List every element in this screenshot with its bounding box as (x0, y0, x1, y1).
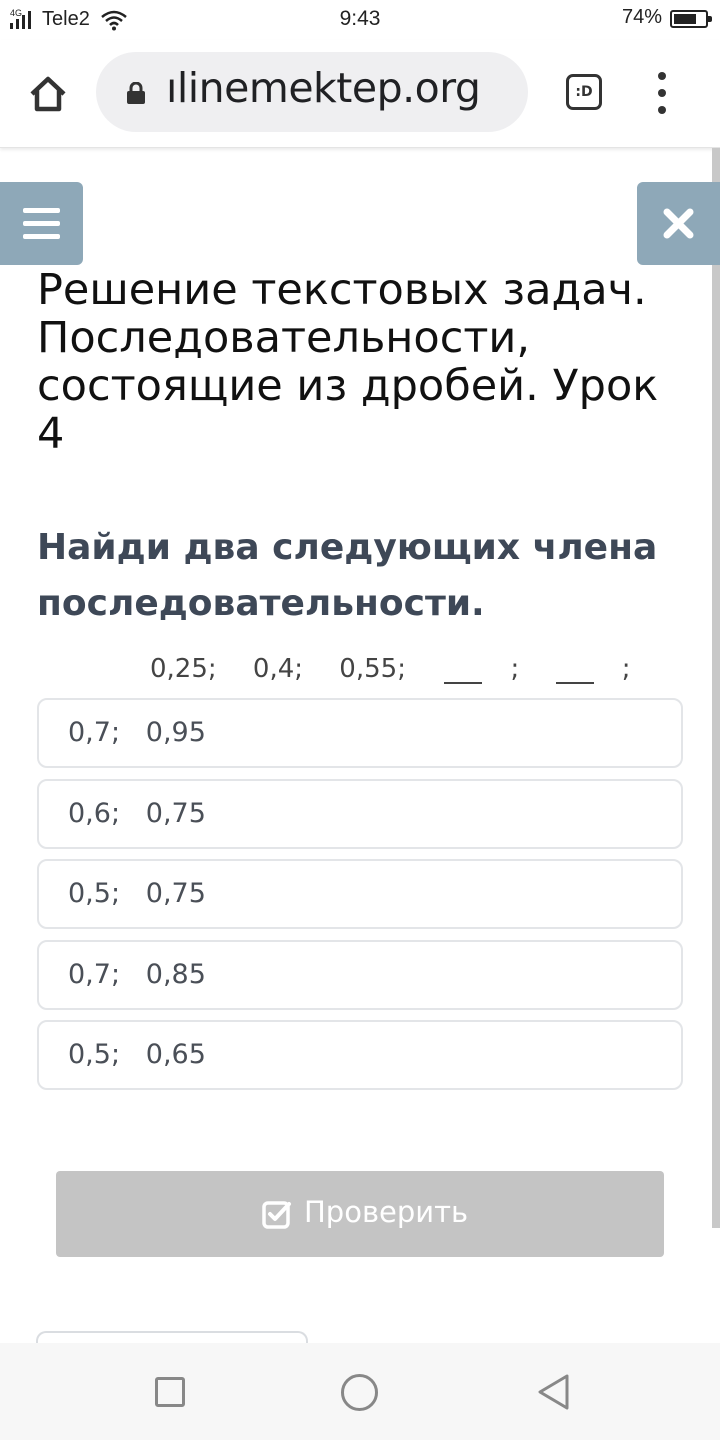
checkbox-check-icon (262, 1201, 291, 1229)
answer-option-label: 0,7; 0,85 (68, 958, 206, 990)
check-button-label: Проверить (304, 1195, 469, 1229)
status-bar: 4G Tele2 9:43 74% (0, 0, 720, 40)
answer-option-label: 0,5; 0,75 (68, 878, 206, 909)
battery-percent: 74% (621, 6, 662, 28)
question-text: Найди два следующих члена последовательн… (37, 527, 658, 624)
scrollbar[interactable] (712, 148, 720, 1228)
sequence-blank (555, 654, 594, 684)
answer-option[interactable]: 0,6; 0,75 (37, 778, 683, 849)
sequence-term: 0,4; (252, 654, 304, 684)
lesson-title: Решение текстовых задач. Последовательно… (37, 265, 659, 459)
close-icon (663, 208, 694, 239)
tab-switcher-icon[interactable]: :D (566, 74, 602, 110)
answer-option[interactable]: 0,5; 0,75 (37, 859, 683, 929)
home-icon[interactable] (22, 68, 74, 120)
answer-option[interactable]: 0,7; 0,85 (37, 939, 683, 1010)
address-bar[interactable]: ılinemektep.org (96, 52, 528, 132)
sequence-blank (444, 654, 483, 684)
close-button[interactable] (637, 182, 720, 265)
answer-option[interactable]: 0,7; 0,95 (37, 698, 683, 768)
back-icon[interactable] (536, 1373, 570, 1411)
sequence-separator: ; (510, 654, 520, 684)
lock-icon (127, 82, 145, 104)
menu-button[interactable] (0, 182, 83, 265)
answer-options: 0,7; 0,95 0,6; 0,75 0,5; 0,75 0,7; 0,85 … (37, 698, 683, 1101)
overflow-menu-icon[interactable] (652, 70, 672, 116)
sequence-separator: ; (621, 654, 631, 684)
browser-toolbar: ılinemektep.org :D (0, 40, 720, 148)
answer-option-label: 0,5; 0,65 (68, 1039, 206, 1070)
url-text[interactable]: ılinemektep.org (166, 64, 481, 112)
clock: 9:43 (339, 7, 381, 30)
answer-option-label: 0,7; 0,95 (68, 717, 206, 748)
battery-icon (670, 10, 712, 28)
answer-option[interactable]: 0,5; 0,65 (37, 1020, 683, 1090)
sequence-term: 0,55; (339, 654, 406, 684)
system-nav-bar (0, 1343, 720, 1440)
sequence-term: 0,25; (150, 654, 217, 684)
recents-icon[interactable] (155, 1377, 185, 1407)
answer-option-label: 0,6; 0,75 (68, 797, 206, 829)
sequence: 0,25; 0,4; 0,55; ; ; (150, 654, 631, 690)
home-circle-icon[interactable] (341, 1374, 378, 1411)
check-button[interactable]: Проверить (56, 1171, 664, 1257)
